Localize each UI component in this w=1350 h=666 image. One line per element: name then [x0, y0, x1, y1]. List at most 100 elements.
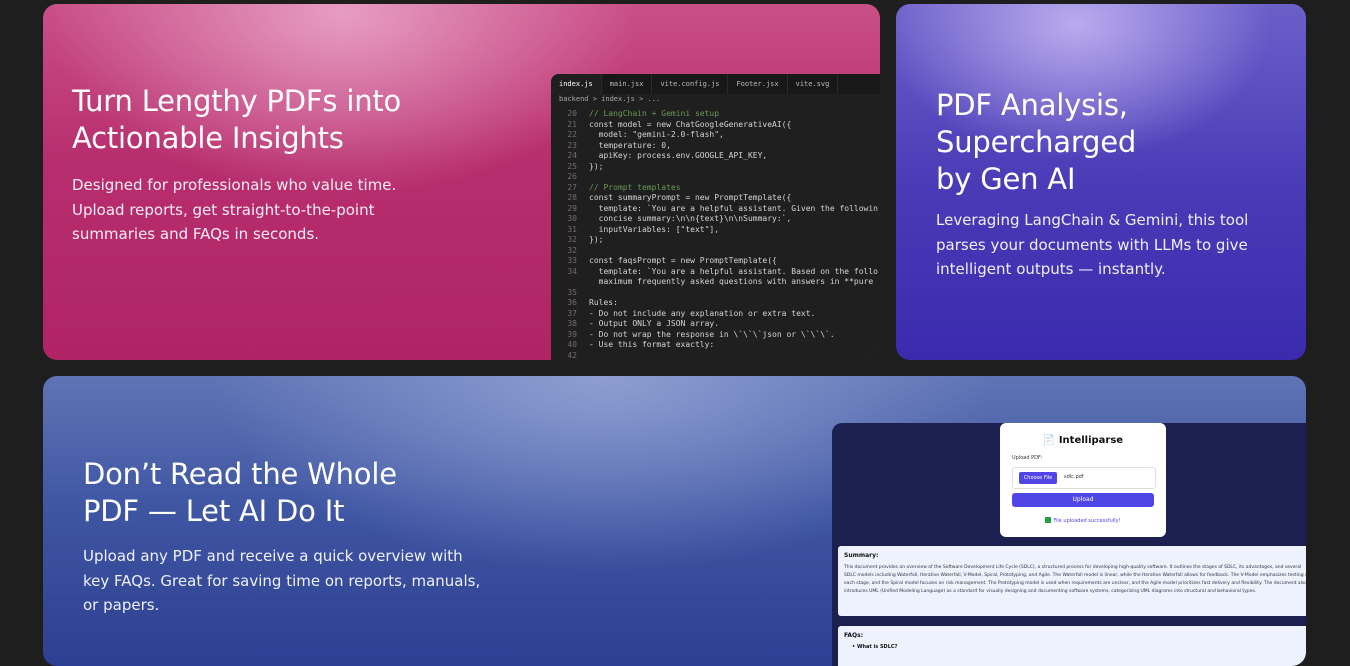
code-line: 22 model: "gemini-2.0-flash", — [551, 130, 878, 141]
line-number: 33 — [567, 256, 577, 265]
line-number: 21 — [567, 119, 577, 129]
code-line: 40 - Use this format exactly: — [551, 340, 878, 351]
line-number: 40 — [567, 340, 577, 349]
line-number: 32 — [567, 245, 577, 255]
code-line: 42 — [551, 351, 878, 361]
code-text: - Output ONLY a JSON array. — [589, 319, 720, 328]
line-number: 26 — [567, 172, 577, 181]
summary-title: Summary: — [844, 552, 879, 559]
line-number: 25 — [567, 161, 577, 171]
line-number: 39 — [567, 329, 577, 339]
code-line: 23 temperature: 0, — [551, 141, 878, 152]
code-text: }); — [589, 161, 604, 171]
checkmark-icon — [1045, 517, 1052, 523]
app-title: 📄 Intelliparse — [1000, 435, 1166, 446]
code-line: maximum frequently asked questions with … — [551, 277, 878, 288]
card-title-line: PDF — Let AI Do It — [83, 494, 345, 528]
editor-tab: Footer.jsx — [728, 74, 788, 94]
line-number: 32 — [567, 235, 577, 244]
summary-panel: Summary: This document provides an overv… — [838, 546, 1306, 616]
line-number: 27 — [567, 182, 577, 192]
card-title-line: by Gen AI — [936, 162, 1076, 196]
editor-tab: main.jsx — [602, 74, 653, 94]
feature-card-pdf-insights: Turn Lengthy PDFs into Actionable Insigh… — [43, 4, 880, 360]
faq-question-text: What is SDLC? — [856, 644, 898, 650]
code-text: // LangChain + Gemini setup — [589, 109, 720, 118]
code-line: 38 - Output ONLY a JSON array. — [551, 319, 878, 330]
line-number: 31 — [567, 224, 577, 234]
code-line: 35 — [551, 288, 878, 299]
card-description: Designed for professionals who value tim… — [72, 176, 397, 243]
code-line: 20 // LangChain + Gemini setup — [551, 109, 878, 120]
code-text: }); — [589, 235, 604, 244]
faq-panel: FAQs: • What is SDLC? — [838, 626, 1306, 666]
code-line: 30 concise summary:\n\n{text}\n\nSummary… — [551, 214, 878, 225]
line-number: 28 — [567, 193, 577, 202]
code-line: 26 — [551, 172, 878, 183]
code-line: 28 const summaryPrompt = new PromptTempla… — [551, 193, 878, 204]
editor-tabs: index.js main.jsx vite.config.js Footer.… — [551, 74, 880, 94]
line-number: 42 — [567, 350, 577, 360]
card-title-line: Supercharged — [936, 125, 1137, 159]
app-screenshot: 📄 Intelliparse Upload PDF: Choose File s… — [832, 423, 1306, 666]
code-line: 36 Rules: — [551, 298, 878, 309]
card-title-line: Don’t Read the Whole — [83, 457, 397, 491]
code-text: inputVariables: ["text"], — [589, 224, 720, 234]
code-line: 39 - Do not wrap the response in \`\`\`js… — [551, 330, 878, 341]
line-number: 24 — [567, 151, 577, 160]
code-line: 27 // Prompt templates — [551, 183, 878, 194]
code-lines: 20 // LangChain + Gemini setup 21 const mod… — [551, 109, 878, 360]
code-text: temperature: 0, — [589, 140, 671, 150]
document-icon: 📄 — [1042, 435, 1056, 446]
code-text: const faqsPrompt = new PromptTemplate({ — [589, 256, 777, 265]
code-text: template: `You are a helpful assistant. … — [589, 203, 878, 213]
file-input: Choose File sdlc.pdf — [1012, 467, 1156, 489]
line-number: 23 — [567, 140, 577, 150]
upload-status-text: File uploaded successfully! — [1053, 518, 1121, 524]
upload-panel: 📄 Intelliparse Upload PDF: Choose File s… — [1000, 423, 1166, 537]
line-number: 30 — [567, 214, 577, 223]
code-line: 24 apiKey: process.env.GOOGLE_API_KEY, — [551, 151, 878, 162]
code-text: concise summary:\n\n{text}\n\nSummary:`, — [589, 214, 792, 223]
card-title: Don’t Read the Whole PDF — Let AI Do It — [83, 456, 463, 530]
feature-card-let-ai-do-it: Don’t Read the Whole PDF — Let AI Do It … — [43, 376, 1306, 666]
editor-tab: vite.svg — [788, 74, 839, 94]
code-text: template: `You are a helpful assistant. … — [589, 266, 878, 276]
card-description: Upload any PDF and receive a quick overv… — [83, 547, 481, 614]
code-text: const summaryPrompt = new PromptTemplate… — [589, 193, 792, 202]
code-editor-screenshot: index.js main.jsx vite.config.js Footer.… — [551, 74, 880, 360]
card-title-line: PDF Analysis, — [936, 88, 1128, 122]
code-text: - Use this format exactly: — [589, 340, 715, 349]
code-line: 25}); — [551, 162, 878, 173]
upload-button: Upload — [1012, 493, 1154, 507]
code-text: Rules: — [589, 298, 618, 307]
line-number: 36 — [567, 298, 577, 307]
choose-file-button: Choose File — [1019, 472, 1057, 484]
code-line: 32}); — [551, 235, 878, 246]
faq-title: FAQs: — [844, 632, 864, 639]
editor-tab: vite.config.js — [652, 74, 729, 94]
code-line: 37 - Do not include any explanation or ex… — [551, 309, 878, 320]
code-text: const model = new ChatGoogleGenerativeAI… — [589, 119, 792, 129]
editor-tab: index.js — [551, 74, 602, 94]
code-line: 33 const faqsPrompt = new PromptTemplate(… — [551, 256, 878, 267]
code-text: apiKey: process.env.GOOGLE_API_KEY, — [589, 151, 768, 160]
line-number: 34 — [567, 266, 577, 276]
code-line: 32 — [551, 246, 878, 257]
code-text: // Prompt templates — [589, 182, 681, 192]
line-number: 20 — [567, 109, 577, 118]
app-title-text: Intelliparse — [1058, 435, 1124, 446]
faq-question: • What is SDLC? — [852, 644, 898, 650]
card-title: Turn Lengthy PDFs into Actionable Insigh… — [72, 84, 402, 155]
line-number: 29 — [567, 203, 577, 213]
card-description: Leveraging LangChain & Gemini, this tool… — [936, 211, 1249, 278]
code-text: - Do not wrap the response in \`\`\`json… — [589, 329, 835, 339]
card-title: PDF Analysis, Supercharged by Gen AI — [936, 87, 1276, 198]
upload-label: Upload PDF: — [1012, 455, 1043, 461]
editor-breadcrumb: backend > index.js > ... — [559, 95, 661, 103]
code-line: 34 template: `You are a helpful assistan… — [551, 267, 878, 278]
line-number: 37 — [567, 308, 577, 318]
code-text: - Do not include any explanation or extr… — [589, 308, 816, 318]
summary-text: This document provides an overview of th… — [844, 565, 1306, 594]
line-number: 35 — [567, 287, 577, 297]
